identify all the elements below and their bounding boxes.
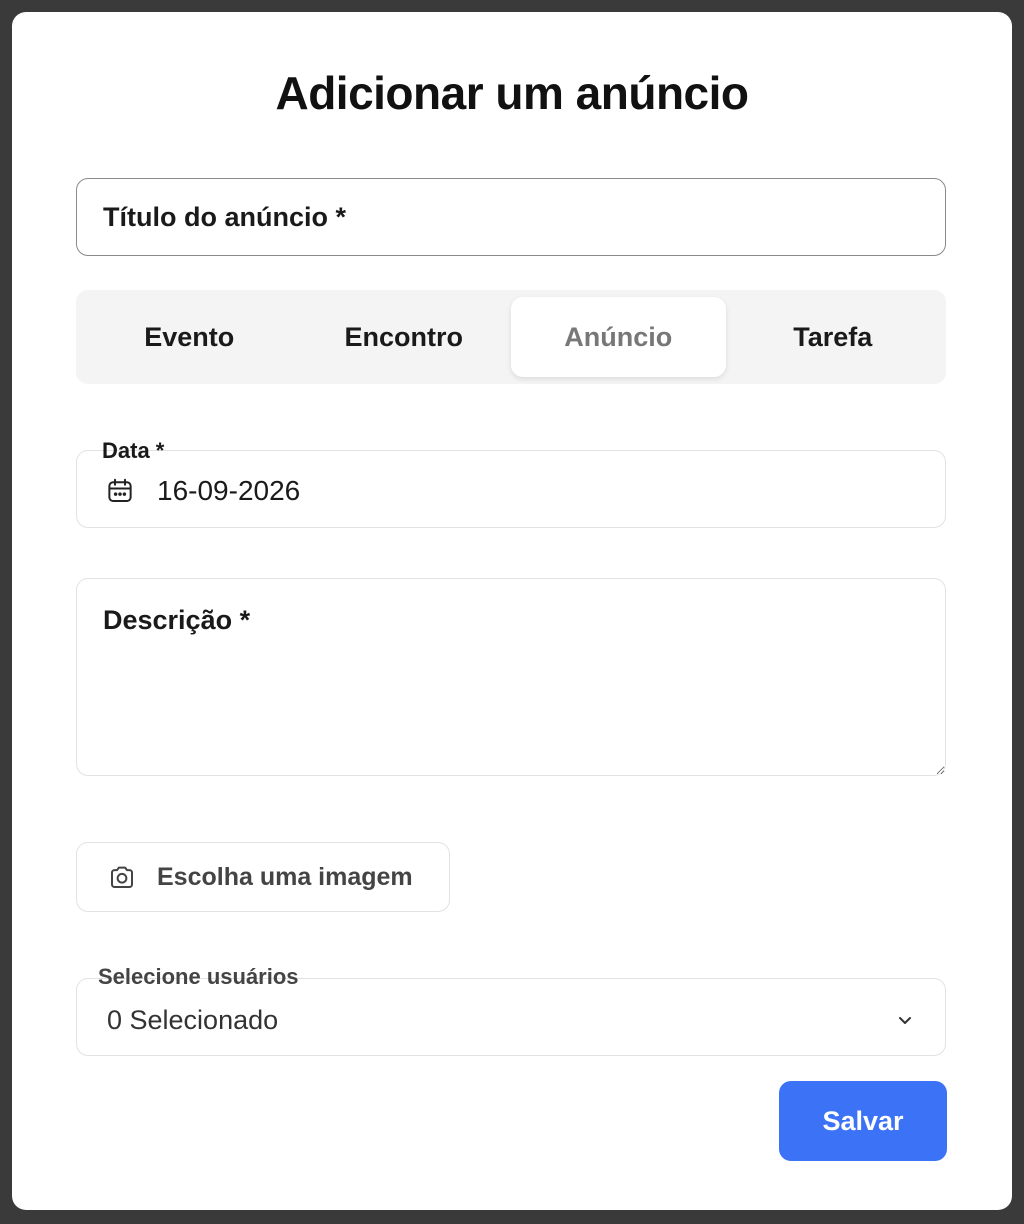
choose-image-label: Escolha uma imagem — [157, 862, 413, 891]
date-label: Data * — [102, 438, 165, 463]
tab-tarefa[interactable]: Tarefa — [726, 297, 941, 377]
description-textarea[interactable] — [76, 578, 946, 776]
type-tabs: Evento Encontro Anúncio Tarefa — [76, 290, 946, 384]
users-label: Selecione usuários — [98, 964, 299, 989]
add-announcement-modal: Adicionar um anúncio Evento Encontro Anú… — [12, 12, 1012, 1210]
save-button[interactable]: Salvar — [779, 1081, 947, 1161]
choose-image-button[interactable]: Escolha uma imagem — [76, 842, 450, 912]
users-select-value: 0 Selecionado — [107, 1004, 279, 1035]
tab-anuncio[interactable]: Anúncio — [511, 297, 726, 377]
title-input[interactable] — [76, 178, 946, 256]
camera-icon — [111, 866, 133, 888]
date-field[interactable]: 16-09-2026 — [76, 450, 946, 528]
calendar-icon — [108, 478, 132, 502]
date-value: 16-09-2026 — [157, 475, 301, 506]
tab-evento[interactable]: Evento — [82, 297, 297, 377]
tab-encontro[interactable]: Encontro — [297, 297, 512, 377]
chevron-down-icon — [899, 1017, 911, 1024]
modal-title: Adicionar um anúncio — [275, 67, 749, 119]
